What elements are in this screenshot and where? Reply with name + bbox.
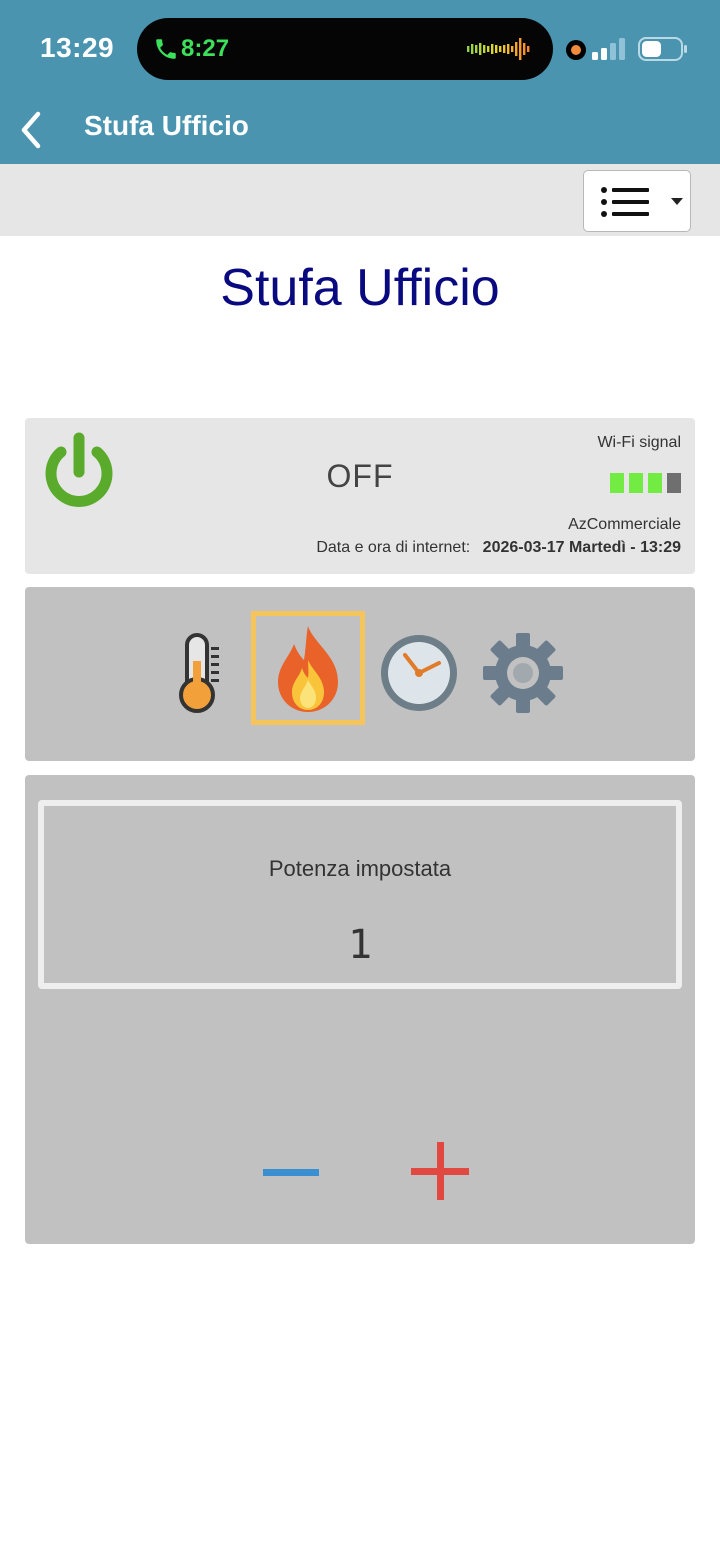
flame-icon [278, 626, 338, 712]
dynamic-island[interactable]: 8:27 [137, 18, 553, 80]
wifi-label: Wi-Fi signal [597, 434, 681, 451]
increase-power-button[interactable] [410, 1141, 470, 1201]
battery-icon [638, 37, 687, 61]
network-name: AzCommerciale [568, 516, 681, 533]
wifi-signal-bar [648, 473, 662, 493]
decrease-power-button[interactable] [261, 1150, 321, 1194]
power-setting-panel: Potenza impostata 1 [25, 775, 695, 1244]
call-duration: 8:27 [181, 35, 230, 62]
mode-selector-panel [25, 587, 695, 761]
app-header: Stufa Ufficio [0, 96, 720, 164]
header-title: Stufa Ufficio [84, 110, 249, 141]
clock-icon [381, 635, 457, 711]
list-icon [601, 187, 649, 217]
back-chevron-icon[interactable] [16, 108, 48, 152]
page-title: Stufa Ufficio [220, 259, 500, 317]
status-time: 13:29 [40, 32, 115, 63]
gear-icon [483, 633, 563, 713]
status-bar: 13:29 8:27 [0, 0, 720, 96]
internet-datetime: Data e ora di internet: 2026-03-17 Marte… [316, 539, 681, 557]
datetime-label: Data e ora di internet: [316, 539, 471, 556]
caret-down-icon [671, 198, 683, 205]
stove-state: OFF [326, 458, 394, 494]
cellular-signal-icon [592, 38, 625, 60]
wifi-signal-bars [610, 473, 682, 493]
power-display-box: Potenza impostata 1 [38, 800, 682, 989]
wifi-signal-bar [610, 473, 624, 493]
status-panel: OFF Wi-Fi signal AzCommerciale Data e or… [25, 418, 695, 574]
audio-waveform-icon [467, 38, 530, 60]
wifi-signal-bar [667, 473, 681, 493]
mode-flame-button[interactable] [251, 611, 365, 725]
toolbar [0, 164, 720, 236]
phone-icon [156, 39, 176, 59]
mode-settings-button[interactable] [467, 611, 581, 725]
power-label: Potenza impostata [268, 856, 452, 881]
datetime-value: 2026-03-17 Martedì - 13:29 [482, 539, 681, 556]
wifi-signal-bar [629, 473, 643, 493]
power-value: 1 [347, 922, 373, 968]
mode-timer-button[interactable] [363, 611, 477, 725]
recording-indicator-icon [566, 40, 586, 60]
menu-dropdown-button[interactable] [583, 170, 691, 232]
